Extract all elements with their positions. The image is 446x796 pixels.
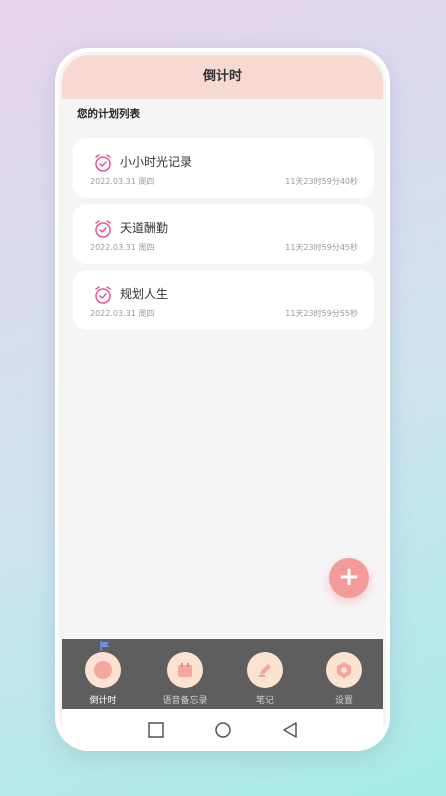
- tab-label: 语音备忘录: [162, 696, 208, 706]
- alarm-icon: [85, 652, 121, 688]
- section-title: 您的计划列表: [77, 108, 140, 120]
- plan-date: 2022.03.31 周四: [90, 309, 155, 318]
- home-icon[interactable]: [213, 720, 233, 740]
- plan-card[interactable]: 规划人生 2022.03.31 周四 11天23时59分55秒: [73, 270, 374, 330]
- back-icon[interactable]: [280, 720, 300, 740]
- calendar-icon: [167, 652, 203, 688]
- tab-label: 设置: [334, 696, 353, 706]
- flag-icon: [100, 641, 109, 651]
- gear-icon: [326, 652, 362, 688]
- alarm-clock-icon: [95, 154, 111, 172]
- tab-label: 倒计时: [89, 696, 117, 706]
- plan-countdown: 11天23时59分45秒: [285, 243, 358, 252]
- plan-card[interactable]: 天道酬勤 2022.03.31 周四 11天23时59分45秒: [73, 204, 374, 264]
- tab-countdown[interactable]: 倒计时: [68, 639, 138, 709]
- plan-name: 小小时光记录: [120, 155, 193, 169]
- page-title: 倒计时: [62, 55, 383, 99]
- phone-frame: 倒计时 您的计划列表 小小时光记录 2022.03.31 周四 11天23时59…: [55, 48, 390, 751]
- recent-apps-icon[interactable]: [146, 720, 166, 740]
- alarm-clock-icon: [95, 286, 111, 304]
- bottom-tab-bar: 倒计时 语音备忘录 笔记 设置: [62, 639, 383, 709]
- alarm-clock-icon: [95, 220, 111, 238]
- plan-countdown: 11天23时59分40秒: [285, 177, 358, 186]
- plan-date: 2022.03.31 周四: [90, 177, 155, 186]
- pen-icon: [247, 652, 283, 688]
- app-screen: 倒计时 您的计划列表 小小时光记录 2022.03.31 周四 11天23时59…: [62, 55, 383, 751]
- system-navigation-bar: [62, 709, 383, 751]
- tab-label: 笔记: [255, 696, 274, 706]
- plan-name: 规划人生: [120, 287, 169, 301]
- plan-date: 2022.03.31 周四: [90, 243, 155, 252]
- plan-name: 天道酬勤: [120, 221, 169, 235]
- tab-voice-memo[interactable]: 语音备忘录: [150, 639, 220, 709]
- tab-notes[interactable]: 笔记: [230, 639, 300, 709]
- plan-countdown: 11天23时59分55秒: [285, 309, 358, 318]
- add-plan-button[interactable]: +: [329, 558, 369, 598]
- tab-settings[interactable]: 设置: [309, 639, 379, 709]
- plan-card[interactable]: 小小时光记录 2022.03.31 周四 11天23时59分40秒: [73, 138, 374, 198]
